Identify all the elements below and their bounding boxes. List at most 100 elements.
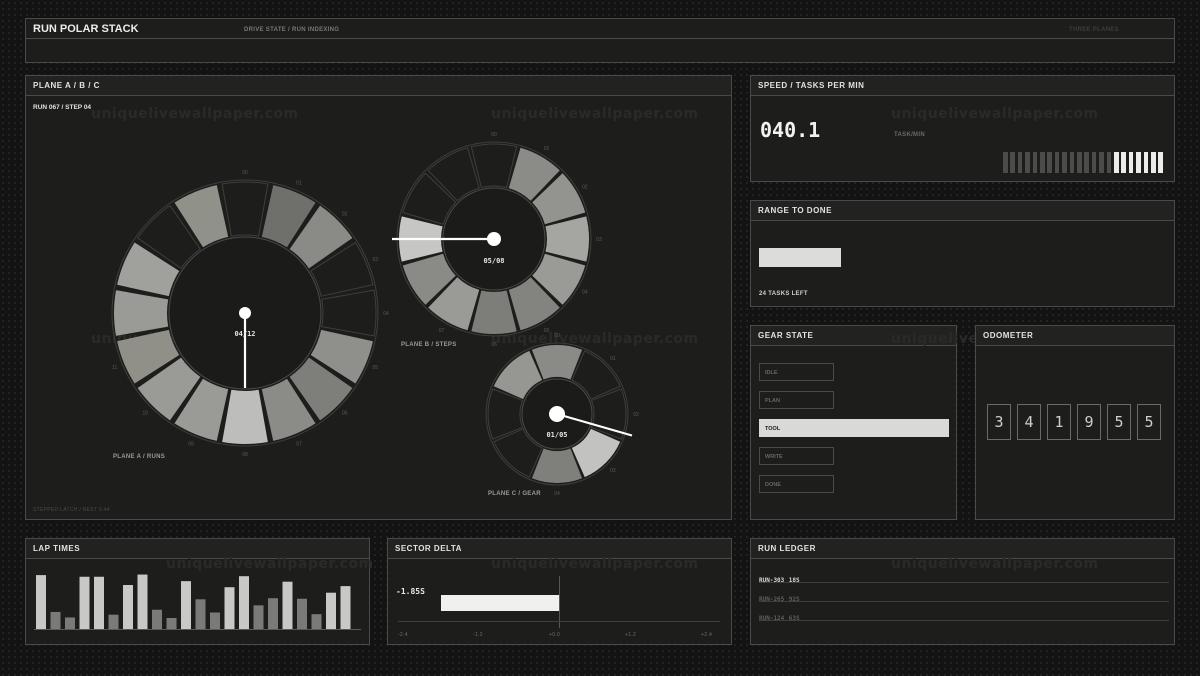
lap-time-bar: [253, 605, 264, 629]
plane_a-tick-label: 02: [342, 211, 348, 217]
range-progress-fill: [759, 248, 841, 267]
speed-meter-segment: [1032, 152, 1038, 173]
speed-meter-segment: [1136, 152, 1141, 173]
plane-c-caption: PLANE C / GEAR: [488, 491, 541, 497]
odometer-digit: 3: [987, 404, 1011, 440]
ledger-run-time: 63S: [788, 615, 800, 622]
plane_a-tick-label: 06: [342, 411, 348, 417]
lap-time-bar: [326, 592, 336, 629]
ledger-row[interactable]: RUN-265 92S: [759, 588, 1169, 603]
range-panel-title: RANGE TO DONE: [751, 201, 1174, 221]
speed-panel-title: SPEED / TASKS PER MIN: [751, 76, 1174, 96]
plane_c-tick-label: 03: [610, 468, 616, 474]
gear-panel: GEAR STATE uniquelivewallpaper.com IDLE …: [750, 325, 1098, 520]
delta-tick: -2.4: [398, 632, 408, 638]
plane-b-caption: PLANE B / STEPS: [401, 342, 457, 348]
plane_b-sector: [471, 290, 517, 334]
odometer-digit: 5: [1137, 404, 1161, 440]
lap-time-bar: [282, 581, 293, 629]
lap-time-bar: [166, 618, 177, 629]
plane_b-sector: [470, 143, 518, 189]
speed-meter-segment: [1047, 152, 1052, 173]
run-ledger-panel: RUN LEDGER uniquelivewallpaper.com RUN-3…: [750, 538, 1175, 645]
lap-time-bar: [123, 585, 133, 629]
plane_a-sector: [114, 290, 169, 336]
lap-time-bar: [195, 599, 206, 629]
ledger-run-id: RUN-265: [759, 596, 785, 603]
header-bar: RUN POLAR STACK DRIVE STATE / RUN INDEXI…: [25, 18, 1175, 63]
plane_c-counter: 01/05: [546, 431, 567, 439]
gear-option-tool[interactable]: TOOL: [759, 419, 949, 437]
lap-time-bar: [224, 587, 235, 629]
speed-meter-segment: [1114, 152, 1119, 173]
plane_b-tick-label: 02: [582, 185, 588, 191]
lap-time-bar: [152, 609, 162, 629]
speed-meter-segment: [1017, 152, 1023, 173]
lap-times-chart: [34, 574, 361, 630]
sector-delta-value: -1.85S: [396, 587, 425, 596]
lap-time-bar: [108, 614, 119, 629]
header-divider: [26, 38, 1174, 39]
speed-meter-segment: [1054, 152, 1060, 173]
ledger-run-time: 18S: [788, 577, 800, 584]
plane_a-tick-label: 07: [296, 441, 302, 447]
lap-time-bar: [239, 576, 249, 629]
speed-panel: SPEED / TASKS PER MIN uniquelivewallpape…: [750, 75, 1175, 182]
speed-meter-segment: [1091, 152, 1097, 173]
lap-time-bar: [79, 576, 90, 629]
plane_a-tick-label: 10: [143, 411, 149, 417]
lap-time-bar: [50, 611, 61, 629]
ledger-row[interactable]: RUN-124 63S: [759, 607, 1169, 622]
plane_a-sector: [222, 389, 268, 445]
speed-meter-segment: [1099, 152, 1104, 173]
sector-delta-panel: SECTOR DELTA uniquelivewallpaper.com -1.…: [387, 538, 732, 645]
header-subtitle: DRIVE STATE / RUN INDEXING: [244, 27, 340, 33]
speed-meter-segment: [1121, 152, 1126, 173]
lap-time-bar: [210, 612, 220, 629]
delta-tick: -1.2: [473, 632, 483, 638]
lap-times-panel: LAP TIMES uniquelivewallpaper.com: [25, 538, 373, 645]
plane_b-tick-label: 05: [544, 328, 550, 334]
lap-time-bar: [181, 581, 191, 629]
planes-panel: PLANE A / B / C RUN 067 / STEP 04 unique…: [25, 75, 732, 520]
odometer-digit: 9: [1077, 404, 1101, 440]
plane_a-tick-label: 08: [242, 452, 248, 458]
ledger-row[interactable]: RUN-303 18S: [759, 569, 1169, 584]
speed-meter-segment: [1069, 152, 1075, 173]
lap-time-bar: [94, 576, 104, 629]
plane_c-tick-label: 02: [633, 412, 639, 418]
app-title: RUN POLAR STACK: [33, 23, 139, 35]
odometer-digit: 1: [1047, 404, 1071, 440]
speed-meter-segment: [1158, 152, 1163, 173]
gear-option-idle[interactable]: IDLE: [759, 363, 834, 381]
speed-meter-segment: [1151, 152, 1156, 173]
plane_a-sector: [321, 289, 377, 337]
ledger-run-id: RUN-303: [759, 577, 785, 584]
plane_b-tick-label: 01: [544, 146, 550, 152]
gear-option-plan[interactable]: PLAN: [759, 391, 834, 409]
plane_a-tick-label: 01: [296, 181, 302, 187]
plane_b-tick-label: 00: [491, 132, 497, 138]
plane_b-tick-label: 07: [439, 328, 445, 334]
sector-delta-panel-title: SECTOR DELTA: [388, 539, 731, 559]
plane_a-tick-label: 03: [372, 257, 378, 263]
speed-meter-segment: [1106, 152, 1112, 173]
delta-tick: +2.4: [701, 632, 713, 638]
ledger-run-id: RUN-124: [759, 615, 785, 622]
speed-meter-segment: [1010, 152, 1015, 173]
lap-time-bar: [36, 575, 46, 629]
speed-meter-segment: [1084, 152, 1089, 173]
plane_a-sector: [117, 242, 180, 297]
speed-meter-segment: [1077, 152, 1082, 173]
gear-option-write[interactable]: WRITE: [759, 447, 834, 465]
lap-time-bar: [268, 598, 278, 629]
gear-panel-title: GEAR STATE: [751, 326, 956, 346]
delta-tick: +0.0: [549, 632, 561, 638]
latch-note: STEPPED LATCH / REST 0.44: [33, 507, 110, 513]
speed-meter: [1003, 152, 1165, 173]
plane_b-tick-label: 04: [582, 290, 588, 296]
gear-option-done[interactable]: DONE: [759, 475, 834, 493]
plane_b-sector: [545, 216, 589, 262]
plane_c-tick-label: 00: [554, 333, 560, 339]
watermark: uniquelivewallpaper.com: [891, 106, 1099, 122]
